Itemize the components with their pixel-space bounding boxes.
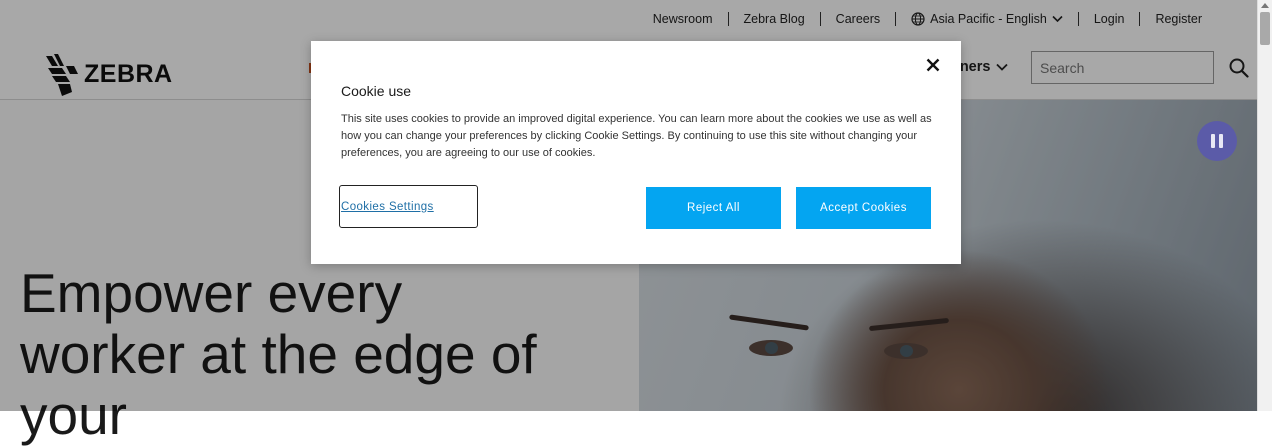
pause-icon [1211,134,1215,148]
pause-button[interactable] [1197,121,1237,161]
accept-cookies-button[interactable]: Accept Cookies [796,187,931,229]
scrollbar-thumb[interactable] [1260,12,1270,45]
cookie-dialog-description: This site uses cookies to provide an imp… [341,113,932,159]
scroll-up-arrow[interactable] [1261,3,1269,8]
pause-icon [1219,134,1223,148]
cookie-consent-dialog: Cookie use This site uses cookies to pro… [311,41,961,264]
page-scrollbar[interactable] [1257,0,1272,411]
cookie-dialog-title: Cookie use [341,83,412,99]
reject-all-button[interactable]: Reject All [646,187,781,229]
close-button[interactable] [923,55,943,75]
close-icon [926,58,940,72]
cookies-settings-button[interactable]: Cookies Settings [339,185,478,228]
